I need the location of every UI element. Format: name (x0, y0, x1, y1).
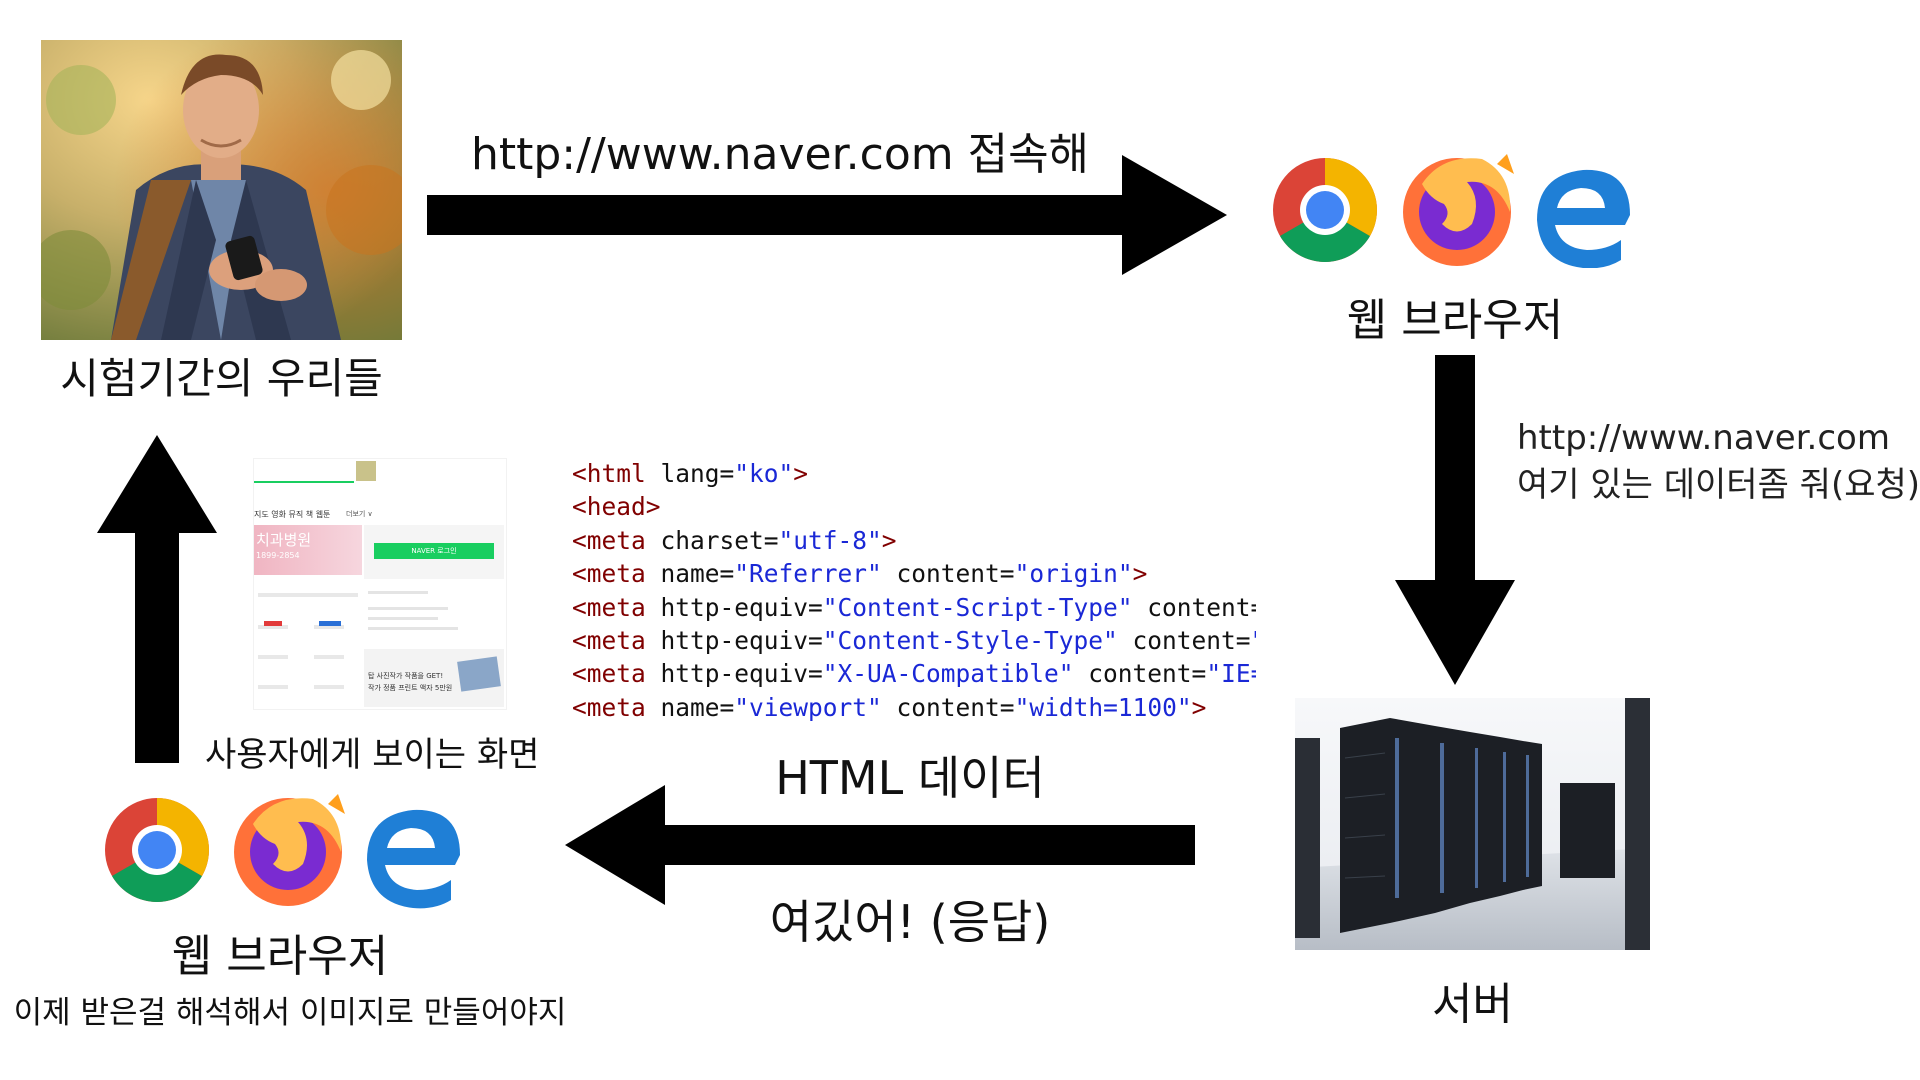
server-image (1295, 698, 1650, 950)
user-label: 시험기간의 우리들 (60, 354, 383, 403)
code-value: "te (1251, 626, 1256, 655)
code-attr: content= (1132, 592, 1256, 622)
code-value: "viewport" (734, 692, 882, 722)
code-value: "utf-8" (778, 525, 882, 555)
server-request-line1: http://www.naver.com (1517, 418, 1890, 458)
code-tag: <head> (572, 492, 661, 522)
code-tag-end: > (793, 459, 809, 488)
search-icon (356, 461, 376, 481)
code-attr: name= (645, 692, 735, 722)
server-request-arrow (1395, 355, 1515, 685)
browser-top-label: 웹 브라우저 (1346, 295, 1564, 346)
code-tag: <html (572, 459, 646, 488)
code-line: <meta name="Referrer" content="origin"> (572, 557, 1256, 590)
code-tag: <meta (572, 592, 646, 622)
code-tag-end: > (1132, 559, 1148, 589)
chrome-icon (105, 798, 209, 902)
html-code-snippet: <html lang="ko"> <head> <meta charset="utf… (572, 457, 1256, 727)
code-line: <meta name="viewport" content="width=110… (572, 691, 1256, 724)
naver-ad-title: 치과병원 (256, 531, 312, 549)
code-attr: content= (881, 692, 1015, 722)
naver-more: 더보기 ∨ (346, 510, 373, 518)
request-arrow (427, 155, 1227, 275)
code-tag: <meta (572, 559, 646, 589)
code-value: "X-UA-Compatible" (822, 659, 1074, 689)
code-attr: content= (1117, 626, 1251, 656)
code-attr: lang= (645, 459, 735, 488)
chrome-icon (1273, 158, 1377, 262)
naver-banner-line1: 탑 사진작가 작품을 GET! (368, 672, 444, 680)
code-line: <meta http-equiv="X-UA-Compatible" conte… (572, 657, 1256, 690)
naver-ad-phone: 1899-2854 (256, 551, 300, 560)
code-line: <head> (572, 490, 1256, 523)
code-attr: content= (1073, 659, 1207, 689)
browser-bottom-label: 웹 브라우저 (171, 931, 389, 982)
firefox-icon (234, 794, 345, 906)
naver-login-button: NAVER 로그인 (374, 543, 494, 559)
naver-screenshot: 지도 영화 뮤직 책 웹툰 더보기 ∨ 치과병원 1899-2854 NAVER… (253, 458, 507, 710)
user-screen-label: 사용자에게 보이는 화면 (205, 735, 540, 775)
code-line: <meta charset="utf-8"> (572, 524, 1256, 557)
naver-banner-line2: 작가 정품 프린트 액자 5만원 (368, 684, 453, 692)
naver-menu: 지도 영화 뮤직 책 웹툰 (254, 510, 331, 519)
code-value: "ko" (734, 459, 794, 488)
code-attr: charset= (645, 525, 779, 555)
code-attr: http-equiv= (645, 592, 823, 622)
server-label: 서버 (1432, 979, 1513, 1030)
code-line: <meta http-equiv="Content-Script-Type" c… (572, 591, 1256, 624)
code-tag-end: > (1191, 692, 1207, 722)
code-attr: content= (881, 559, 1015, 589)
code-value: "Content-Script-Type" (822, 592, 1133, 622)
code-attr: http-equiv= (645, 626, 823, 656)
code-attr: name= (645, 559, 735, 589)
code-attr: http-equiv= (645, 659, 823, 689)
browser-icons-bottom (100, 790, 480, 910)
browser-bottom-sublabel: 이제 받은걸 해석해서 이미지로 만들어야지 (13, 995, 567, 1031)
response-label-bottom: 여깄어! (응답) (769, 895, 1051, 949)
code-value: "width=1100" (1014, 692, 1192, 722)
code-tag-end: > (881, 525, 897, 555)
code-tag: <meta (572, 659, 646, 689)
code-tag: <meta (572, 692, 646, 722)
code-value: "origin" (1014, 559, 1133, 589)
code-value: "Content-Style-Type" (822, 626, 1118, 656)
browser-icons-top (1270, 148, 1640, 269)
code-value: "Referrer" (734, 559, 882, 589)
code-line: <meta http-equiv="Content-Style-Type" co… (572, 624, 1256, 657)
code-tag: <meta (572, 525, 646, 555)
code-tag: <meta (572, 626, 646, 656)
edge-icon (367, 809, 460, 909)
firefox-icon (1403, 154, 1514, 266)
server-request-line2: 여기 있는 데이터좀 줘(요청) (1517, 465, 1920, 505)
code-line: <html lang="ko"> (572, 457, 1256, 490)
user-photo (41, 40, 402, 340)
edge-icon (1537, 169, 1630, 269)
render-up-arrow (97, 435, 217, 763)
code-value: "IE=ed (1206, 659, 1256, 689)
